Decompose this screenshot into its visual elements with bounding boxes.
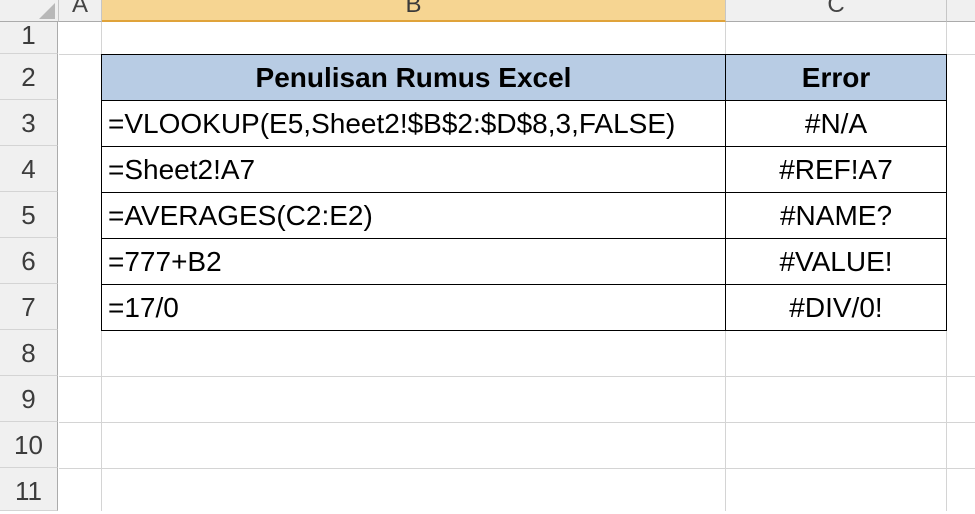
row-header-8[interactable]: 8 [0,330,58,376]
row-header-1[interactable]: 1 [0,22,58,54]
row-header-10[interactable]: 10 [0,422,58,468]
row-header-4[interactable]: 4 [0,146,58,192]
spreadsheet-grid[interactable]: A B C 1 2 3 4 5 6 7 8 9 10 11 Penulisan … [0,0,975,511]
table-border [101,54,102,331]
column-header-bar: A B C [0,0,975,22]
formula-cell[interactable]: =AVERAGES(C2:E2) [102,193,725,238]
column-header-a[interactable]: A [59,0,102,22]
table-border [101,192,947,193]
error-cell[interactable]: #NAME? [726,193,946,238]
row-header-11[interactable]: 11 [0,468,58,511]
formula-cell[interactable]: =17/0 [102,285,725,330]
formula-cell[interactable]: =Sheet2!A7 [102,147,725,192]
formula-cell[interactable]: =VLOOKUP(E5,Sheet2!$B$2:$D$8,3,FALSE) [102,101,725,146]
table-border [101,146,947,147]
table-border [725,54,726,331]
gridline [59,376,975,377]
column-header-c[interactable]: C [726,0,947,22]
row-header-7[interactable]: 7 [0,284,58,330]
table-border [946,54,947,331]
column-header-b[interactable]: B [102,0,726,22]
column-header-d[interactable] [947,0,975,22]
row-header-2[interactable]: 2 [0,54,58,100]
table-header-error[interactable]: Error [726,55,946,100]
error-cell[interactable]: #N/A [726,101,946,146]
table-border [101,238,947,239]
row-header-9[interactable]: 9 [0,376,58,422]
gridline [59,468,975,469]
error-cell[interactable]: #DIV/0! [726,285,946,330]
table-border [101,100,947,101]
row-header-6[interactable]: 6 [0,238,58,284]
error-cell[interactable]: #VALUE! [726,239,946,284]
gridline [59,422,975,423]
table-border [101,54,947,55]
formula-cell[interactable]: =777+B2 [102,239,725,284]
row-header-3[interactable]: 3 [0,100,58,146]
table-border [101,284,947,285]
row-header-5[interactable]: 5 [0,192,58,238]
select-all-button[interactable] [0,0,59,22]
error-cell[interactable]: #REF!A7 [726,147,946,192]
table-header-formula[interactable]: Penulisan Rumus Excel [102,55,725,100]
select-all-triangle-icon [39,3,55,19]
table-border [101,330,947,331]
